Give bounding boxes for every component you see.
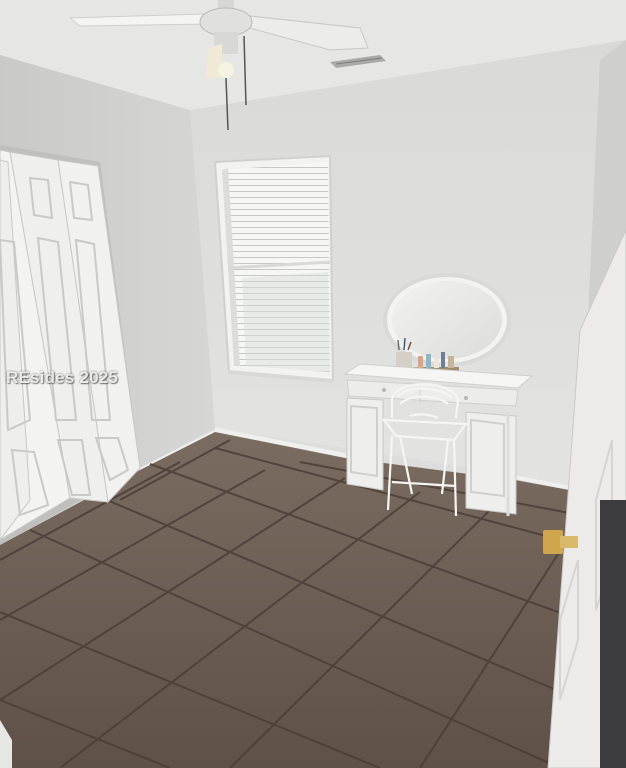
watermark-text: REsides 2025 (6, 368, 119, 387)
window (213, 154, 335, 383)
room-photo: REsides 2025 (0, 0, 626, 768)
